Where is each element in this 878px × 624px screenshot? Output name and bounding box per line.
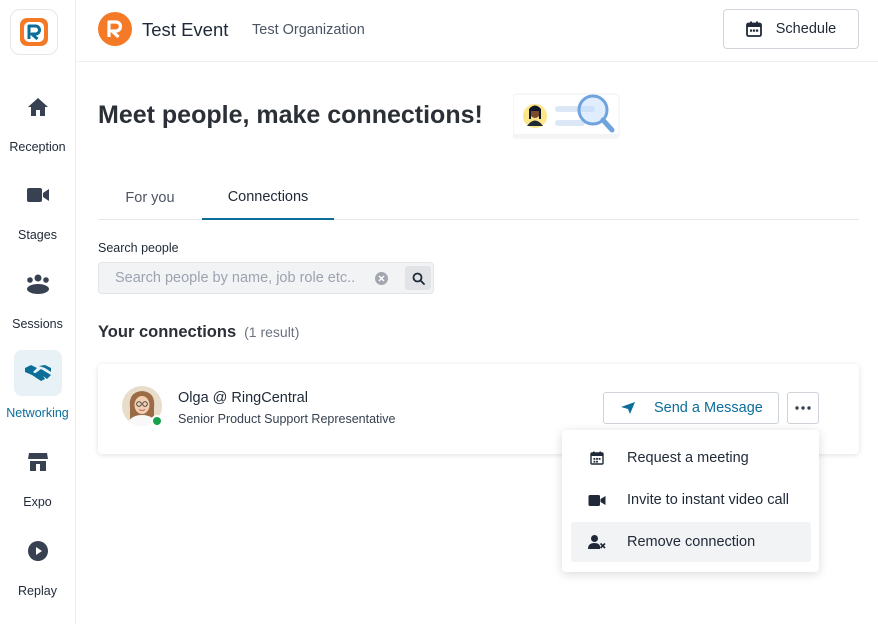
people-group-icon: [14, 261, 62, 307]
send-message-button[interactable]: Send a Message: [603, 392, 779, 424]
menu-item-label: Invite to instant video call: [627, 492, 790, 508]
sidebar-item-expo[interactable]: Expo: [0, 439, 75, 519]
event-logo-icon: [98, 12, 132, 46]
top-header: Test Event Test Organization Schedule: [76, 0, 878, 62]
sidebar-item-label: Networking: [6, 406, 69, 420]
handshake-icon: [13, 350, 62, 396]
page-title: Meet people, make connections!: [98, 101, 483, 129]
sidebar-item-label: Replay: [18, 584, 57, 598]
calendar-icon: [745, 21, 762, 37]
search-field: [98, 262, 434, 294]
connection-name[interactable]: Olga @ RingCentral: [178, 390, 308, 406]
storefront-icon: [14, 439, 62, 485]
schedule-button[interactable]: Schedule: [723, 9, 859, 49]
home-icon: [14, 84, 62, 130]
sidebar-item-replay[interactable]: Replay: [0, 528, 75, 608]
connection-role: Senior Product Support Representative: [178, 412, 396, 426]
menu-item-label: Request a meeting: [627, 450, 749, 466]
video-camera-icon: [587, 490, 607, 510]
remove-user-icon: [587, 532, 607, 552]
sidebar-item-label: Reception: [9, 140, 66, 154]
connections-title: Your connections: [98, 323, 237, 341]
menu-item-instant-video-call[interactable]: Invite to instant video call: [571, 480, 811, 520]
more-options-button[interactable]: [787, 392, 819, 424]
send-message-label: Send a Message: [654, 400, 763, 416]
connection-options-menu: Request a meeting Invite to instant vide…: [562, 430, 819, 572]
event-title: Test Event: [142, 19, 229, 40]
calendar-icon: [587, 448, 607, 468]
sidebar-item-label: Stages: [18, 228, 57, 242]
menu-item-label: Remove connection: [627, 534, 756, 550]
clear-search-icon[interactable]: [375, 272, 388, 285]
menu-item-request-meeting[interactable]: Request a meeting: [571, 438, 811, 478]
sidebar-item-sessions[interactable]: Sessions: [0, 261, 75, 341]
brand-logo[interactable]: [10, 9, 58, 55]
sidebar-item-reception[interactable]: Reception: [0, 84, 75, 164]
organization-name: Test Organization: [252, 22, 365, 38]
sidebar-item-stages[interactable]: Stages: [0, 172, 75, 252]
sidebar-item-networking[interactable]: Networking: [0, 350, 75, 430]
menu-item-remove-connection[interactable]: Remove connection: [571, 522, 811, 562]
connections-count: (1 result): [244, 324, 300, 340]
play-circle-icon: [14, 528, 62, 574]
ringcentral-logo-icon: [20, 18, 48, 46]
search-label: Search people: [98, 241, 179, 255]
send-arrow-icon: [621, 402, 635, 414]
schedule-label: Schedule: [775, 21, 837, 37]
sidebar-item-label: Expo: [23, 495, 52, 509]
online-status-indicator: [151, 415, 163, 427]
tab-for-you[interactable]: For you: [98, 176, 202, 220]
sidebar-item-label: Sessions: [12, 317, 63, 331]
video-camera-icon: [14, 172, 62, 218]
tab-connections[interactable]: Connections: [202, 176, 334, 220]
more-horizontal-icon: [795, 406, 811, 410]
people-search-illustration-icon: [512, 93, 620, 139]
networking-illustration: [512, 93, 620, 139]
search-icon: [412, 272, 425, 285]
connections-heading: Your connections (1 result): [98, 323, 299, 342]
search-button[interactable]: [405, 266, 431, 290]
sidebar: Reception Stages Sessions Networking Exp…: [0, 0, 76, 624]
tab-bar: For you Connections: [98, 176, 859, 220]
search-input[interactable]: [99, 263, 369, 293]
avatar[interactable]: [122, 386, 163, 427]
